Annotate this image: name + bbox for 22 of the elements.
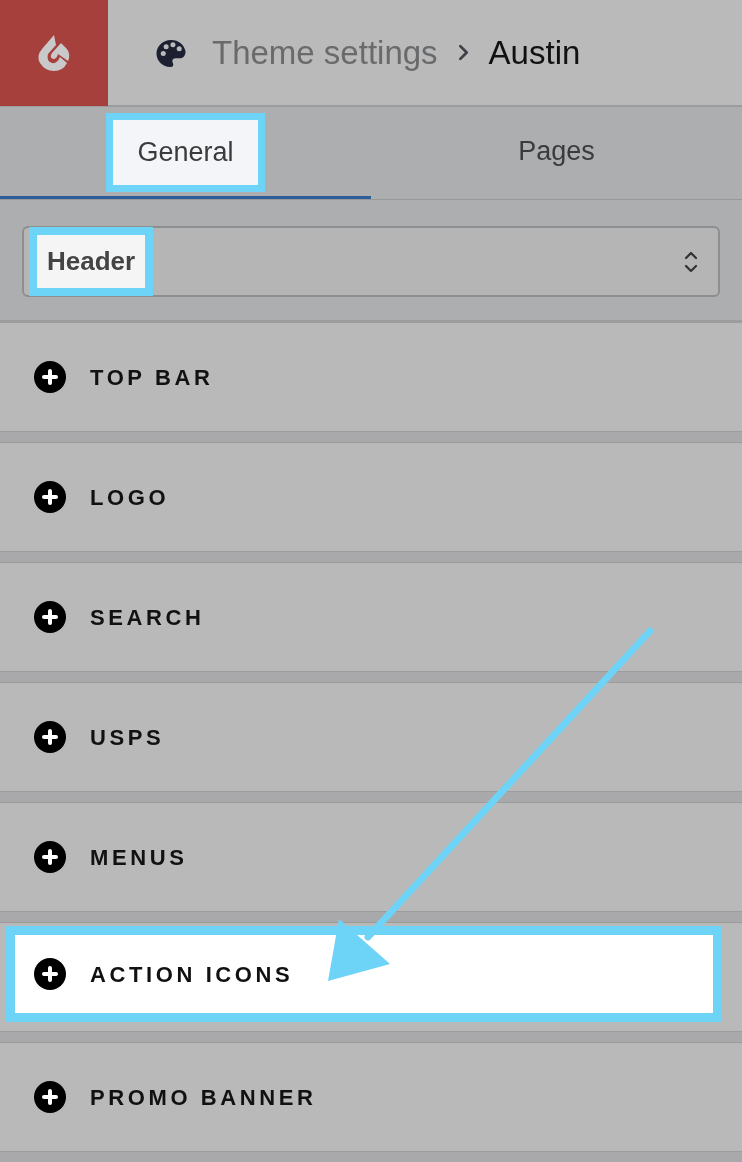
accordion-header[interactable]: SEARCH — [0, 562, 742, 672]
logo-tile[interactable] — [0, 0, 108, 106]
palette-icon — [155, 37, 187, 68]
plus-circle-icon — [34, 481, 66, 513]
accordion-header[interactable]: MENUS — [0, 802, 742, 912]
up-down-chevron-icon — [684, 250, 698, 273]
tab[interactable]: General — [0, 107, 371, 199]
plus-circle-icon — [34, 601, 66, 633]
tab[interactable]: Pages — [371, 107, 742, 199]
plus-circle-icon — [34, 361, 66, 393]
accordion-header[interactable]: USPS — [0, 682, 742, 792]
plus-circle-icon — [34, 721, 66, 753]
accordion-header[interactable]: ACTION ICONS — [0, 922, 742, 1032]
accordion-header[interactable]: PROMO BANNER — [0, 1042, 742, 1152]
plus-circle-icon — [34, 958, 66, 990]
accordion-header[interactable]: TOP BAR — [0, 322, 742, 432]
accordion-header[interactable]: LOGO — [0, 442, 742, 552]
page-title: Austin — [488, 32, 581, 73]
plus-circle-icon — [34, 1081, 66, 1113]
plus-circle-icon — [34, 841, 66, 873]
section-select[interactable]: Header — [22, 226, 720, 297]
chevron-right-icon — [457, 44, 469, 61]
